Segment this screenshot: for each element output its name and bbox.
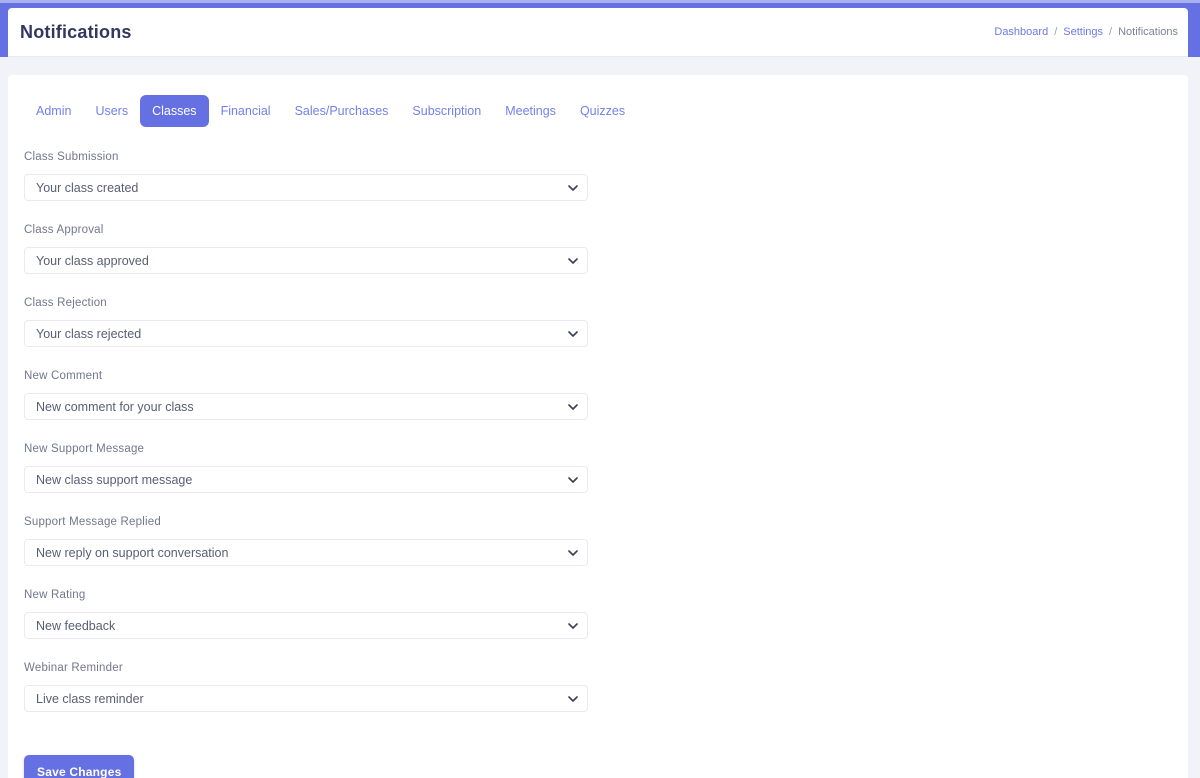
tabs-nav: AdminUsersClassesFinancialSales/Purchase… bbox=[24, 95, 1172, 127]
select-wrap: New class support message bbox=[24, 466, 588, 493]
tab-users[interactable]: Users bbox=[83, 95, 140, 127]
notifications-settings-card: AdminUsersClassesFinancialSales/Purchase… bbox=[8, 75, 1188, 778]
field-label: Class Approval bbox=[24, 224, 1172, 236]
select-wrap: Your class rejected bbox=[24, 320, 588, 347]
field-label: New Rating bbox=[24, 589, 1172, 601]
breadcrumb-separator: / bbox=[1109, 26, 1112, 38]
select-class-rejection[interactable]: Your class rejected bbox=[24, 320, 588, 347]
select-wrap: Live class reminder bbox=[24, 685, 588, 712]
field-label: Class Rejection bbox=[24, 297, 1172, 309]
form-group: New Comment New comment for your class bbox=[24, 370, 1172, 420]
tab-sales-purchases[interactable]: Sales/Purchases bbox=[283, 95, 401, 127]
select-class-approval[interactable]: Your class approved bbox=[24, 247, 588, 274]
form-group: Class Approval Your class approved bbox=[24, 224, 1172, 274]
select-wrap: Your class created bbox=[24, 174, 588, 201]
notifications-form: Class Submission Your class created Clas… bbox=[24, 151, 1172, 778]
select-new-comment[interactable]: New comment for your class bbox=[24, 393, 588, 420]
select-wrap: New comment for your class bbox=[24, 393, 588, 420]
tab-financial[interactable]: Financial bbox=[209, 95, 283, 127]
select-new-rating[interactable]: New feedback bbox=[24, 612, 588, 639]
form-group: Class Rejection Your class rejected bbox=[24, 297, 1172, 347]
select-wrap: New feedback bbox=[24, 612, 588, 639]
breadcrumb-dashboard[interactable]: Dashboard bbox=[994, 26, 1048, 38]
breadcrumb-separator: / bbox=[1054, 26, 1057, 38]
tab-quizzes[interactable]: Quizzes bbox=[568, 95, 637, 127]
page-header: Notifications Dashboard / Settings / Not… bbox=[8, 8, 1188, 57]
field-label: Webinar Reminder bbox=[24, 662, 1172, 674]
form-group: Webinar Reminder Live class reminder bbox=[24, 662, 1172, 712]
select-webinar-reminder[interactable]: Live class reminder bbox=[24, 685, 588, 712]
tab-admin[interactable]: Admin bbox=[24, 95, 83, 127]
tab-subscription[interactable]: Subscription bbox=[400, 95, 493, 127]
save-changes-button[interactable]: Save Changes bbox=[24, 755, 134, 778]
breadcrumb-current: Notifications bbox=[1118, 26, 1178, 38]
select-wrap: New reply on support conversation bbox=[24, 539, 588, 566]
form-group: Class Submission Your class created bbox=[24, 151, 1172, 201]
form-group: Support Message Replied New reply on sup… bbox=[24, 516, 1172, 566]
field-label: Class Submission bbox=[24, 151, 1172, 163]
select-new-support-message[interactable]: New class support message bbox=[24, 466, 588, 493]
select-wrap: Your class approved bbox=[24, 247, 588, 274]
select-support-message-replied[interactable]: New reply on support conversation bbox=[24, 539, 588, 566]
breadcrumb: Dashboard / Settings / Notifications bbox=[994, 26, 1178, 38]
select-class-submission[interactable]: Your class created bbox=[24, 174, 588, 201]
form-group: New Support Message New class support me… bbox=[24, 443, 1172, 493]
breadcrumb-settings[interactable]: Settings bbox=[1063, 26, 1103, 38]
field-label: Support Message Replied bbox=[24, 516, 1172, 528]
page-title: Notifications bbox=[20, 22, 132, 43]
tab-meetings[interactable]: Meetings bbox=[493, 95, 568, 127]
tab-classes[interactable]: Classes bbox=[140, 95, 208, 127]
field-label: New Support Message bbox=[24, 443, 1172, 455]
field-label: New Comment bbox=[24, 370, 1172, 382]
form-group: New Rating New feedback bbox=[24, 589, 1172, 639]
